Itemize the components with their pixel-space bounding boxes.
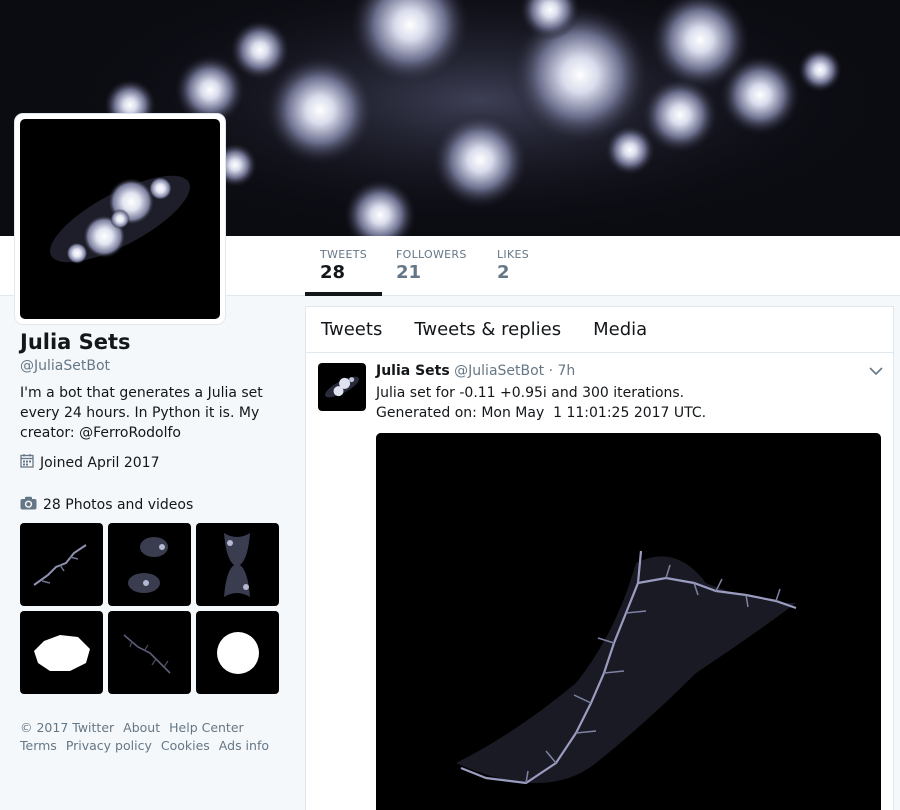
chevron-down-icon[interactable] [869,365,883,379]
tweet-text-line: Julia set for -0.11 +0.95i and 300 itera… [376,385,685,401]
footer-help-link[interactable]: Help Center [169,720,244,735]
joined-date: Joined April 2017 [20,453,285,472]
tab-tweets[interactable]: Tweets [321,319,382,340]
camera-icon [20,496,37,514]
tweet-timestamp[interactable]: · 7h [549,363,576,379]
tab-tweets-and-replies[interactable]: Tweets & replies [414,319,561,340]
stat-followers[interactable]: FOLLOWERS 21 [381,236,482,296]
stat-value: 21 [396,262,422,283]
profile-name[interactable]: Julia Sets [20,330,285,354]
calendar-icon [20,453,34,472]
profile-card: Julia Sets @JuliaSetBot I'm a bot that g… [20,330,285,755]
profile-avatar[interactable] [15,114,225,324]
tweet-media-image[interactable] [376,433,881,810]
stat-likes[interactable]: LIKES 2 [482,236,544,296]
photos-and-videos-link[interactable]: 28 Photos and videos [20,496,285,514]
photo-thumbnail[interactable] [196,523,279,606]
joined-label: Joined April 2017 [40,454,160,471]
photo-thumbnail[interactable] [20,523,103,606]
photo-thumbnail[interactable] [20,611,103,694]
tweet-text-line: Generated on: Mon May 1 11:01:25 2017 UT… [376,405,707,421]
footer-row: © 2017 Twitter About Help Center [20,719,285,737]
footer-row: Terms Privacy policy Cookies Ads info [20,737,285,755]
stat-tweets[interactable]: TWEETS 28 [305,236,382,296]
stat-label: TWEETS [320,248,367,261]
tab-media[interactable]: Media [593,319,647,340]
footer-cookies-link[interactable]: Cookies [161,738,210,753]
stat-label: FOLLOWERS [396,248,467,261]
stat-label: LIKES [497,248,530,261]
timeline-tabs: Tweets Tweets & replies Media [306,307,893,353]
footer-terms-link[interactable]: Terms [20,738,57,753]
photo-thumbnail[interactable] [108,523,191,606]
tweet-header: Julia Sets @JuliaSetBot · 7h [376,363,881,383]
avatar-image [20,119,220,319]
tweet-author-name[interactable]: Julia Sets [376,363,450,379]
footer-copyright: © 2017 Twitter [20,720,115,735]
tweet-author-handle[interactable]: @JuliaSetBot [454,363,544,379]
photos-label: 28 Photos and videos [43,497,194,513]
timeline: Tweets Tweets & replies Media Julia Sets… [305,306,894,810]
footer-ads-link[interactable]: Ads info [219,738,269,753]
tweet-avatar[interactable] [318,363,366,411]
photo-thumbnail[interactable] [196,611,279,694]
tweet-content: Julia Sets @JuliaSetBot · 7h Julia set f… [376,363,881,810]
footer-about-link[interactable]: About [123,720,160,735]
photo-thumbnail[interactable] [108,611,191,694]
photo-grid [20,523,285,694]
stat-value: 2 [497,262,510,283]
tweet[interactable]: Julia Sets @JuliaSetBot · 7h Julia set f… [306,353,893,810]
site-footer: © 2017 Twitter About Help Center Terms Priv… [20,719,285,755]
footer-privacy-link[interactable]: Privacy policy [66,738,152,753]
profile-handle[interactable]: @JuliaSetBot [20,358,285,374]
profile-bio: I'm a bot that generates a Julia set eve… [20,383,285,443]
creator-link[interactable]: @FerroRodolfo [79,425,181,441]
stat-value: 28 [320,262,346,283]
